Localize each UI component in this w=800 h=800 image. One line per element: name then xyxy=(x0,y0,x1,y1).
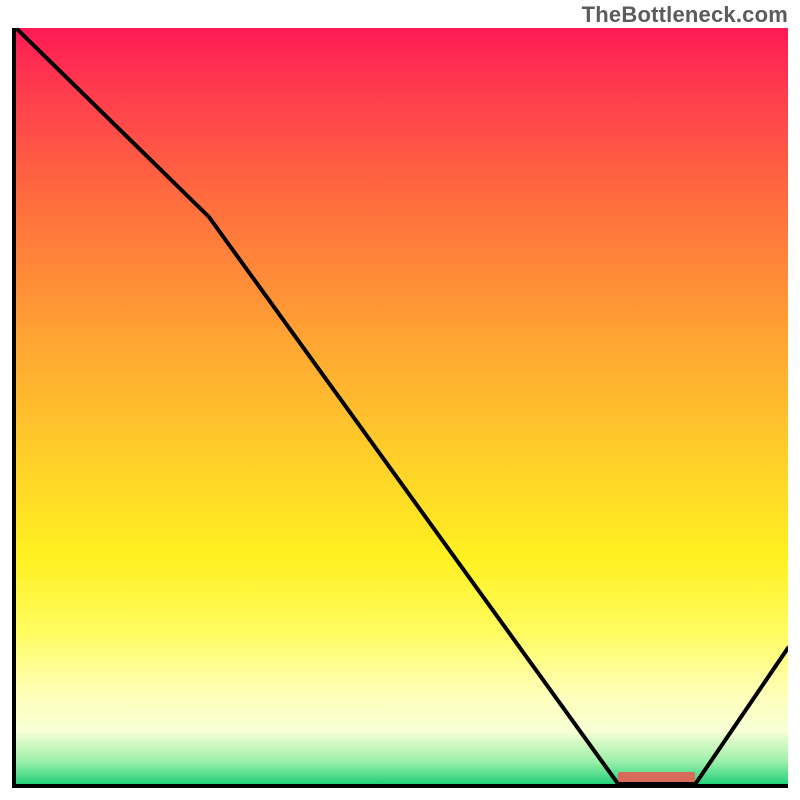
plot-frame xyxy=(12,28,788,788)
optimal-range-marker xyxy=(618,772,695,782)
attribution-label: TheBottleneck.com xyxy=(582,2,788,28)
plot-gradient-area xyxy=(16,28,788,784)
bottleneck-curve xyxy=(16,28,788,784)
chart-root: TheBottleneck.com xyxy=(0,0,800,800)
